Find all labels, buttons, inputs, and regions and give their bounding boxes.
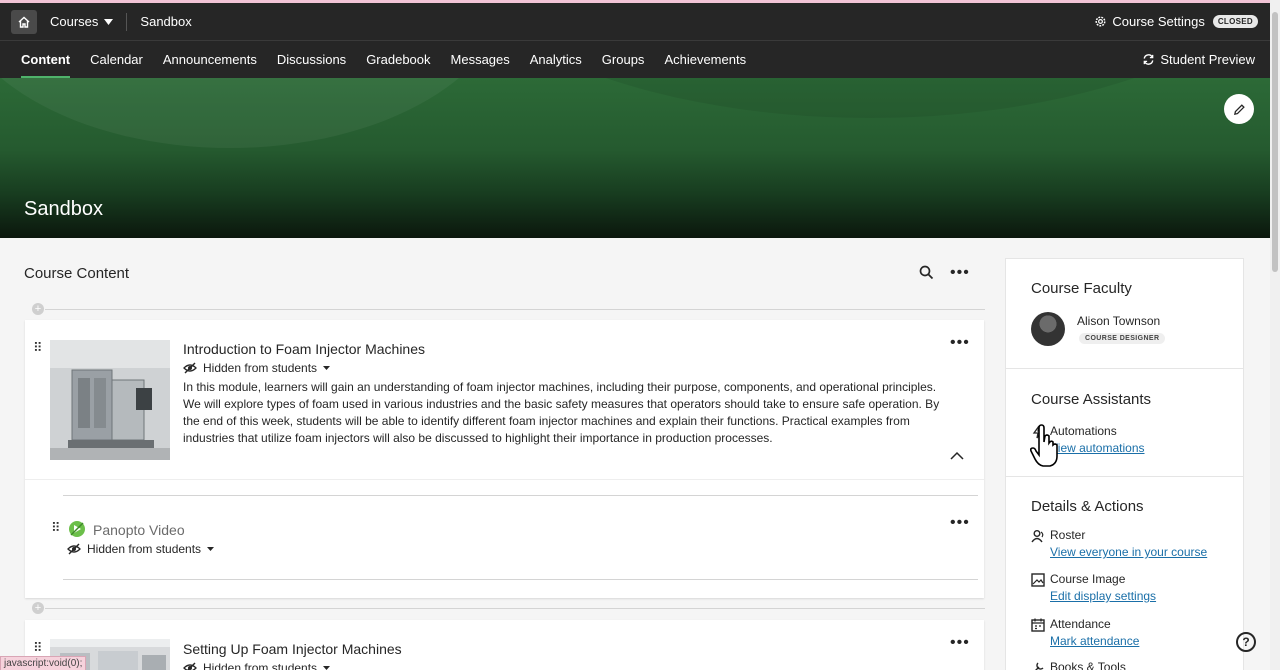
courses-label: Courses <box>50 14 99 29</box>
breadcrumb[interactable]: Sandbox <box>140 14 191 29</box>
course-faculty-heading: Course Faculty <box>1031 280 1132 297</box>
faculty-name[interactable]: Alison Townson <box>1077 314 1160 328</box>
eye-off-icon <box>183 362 197 374</box>
view-automations-link[interactable]: View automations <box>1050 441 1145 455</box>
item-more-button[interactable]: ••• <box>950 514 970 532</box>
divider <box>63 495 978 496</box>
divider <box>45 309 985 310</box>
course-title: Sandbox <box>24 198 103 220</box>
visibility-dropdown[interactable]: Hidden from students <box>183 661 331 670</box>
content-item-card: ⠿ Setting Up Foam Injector Machines Hidd… <box>25 620 984 670</box>
tab-analytics[interactable]: Analytics <box>520 41 592 79</box>
chevron-up-icon <box>950 451 964 460</box>
roster-label: Roster <box>1050 528 1086 542</box>
content-item-description: In this module, learners will gain an un… <box>183 380 940 445</box>
eye-off-icon <box>183 662 197 670</box>
divider <box>1006 368 1243 369</box>
content-item-title[interactable]: Setting Up Foam Injector Machines <box>183 641 402 657</box>
books-tools-label[interactable]: Books & Tools <box>1050 660 1126 670</box>
content-item-thumbnail <box>50 340 170 460</box>
caret-down-icon <box>323 366 331 370</box>
search-button[interactable] <box>919 265 934 285</box>
search-icon <box>919 265 934 280</box>
scrollbar[interactable] <box>1270 0 1280 670</box>
visibility-dropdown[interactable]: Hidden from students <box>67 542 215 556</box>
tab-content[interactable]: Content <box>11 41 80 79</box>
collapse-button[interactable] <box>950 447 964 465</box>
pencil-icon <box>1233 103 1245 115</box>
tab-gradebook[interactable]: Gradebook <box>356 41 440 79</box>
status-badge: CLOSED <box>1212 15 1258 28</box>
panopto-icon <box>69 521 85 537</box>
add-content-button[interactable]: + <box>32 602 44 614</box>
home-button[interactable] <box>11 9 37 34</box>
automations-label: Automations <box>1050 424 1117 438</box>
divider <box>45 608 985 609</box>
tab-calendar[interactable]: Calendar <box>80 41 153 79</box>
visibility-dropdown[interactable]: Hidden from students <box>183 361 331 375</box>
hand-cursor-icon <box>1030 424 1058 467</box>
top-bar: Courses Sandbox Course Settings CLOSED <box>0 3 1270 40</box>
add-content-button[interactable]: + <box>32 303 44 315</box>
home-icon <box>18 16 30 28</box>
divider <box>126 12 128 31</box>
student-preview-label: Student Preview <box>1160 52 1255 67</box>
role-badge: COURSE DESIGNER <box>1079 333 1166 344</box>
student-preview-button[interactable]: Student Preview <box>1142 52 1255 67</box>
content-item-title[interactable]: Panopto Video <box>93 522 185 538</box>
attendance-label: Attendance <box>1050 617 1111 631</box>
main-area: Course Content ••• + ⠿ Introduction to F… <box>0 238 1270 670</box>
banner-decoration <box>0 78 510 148</box>
content-item-card: ⠿ Introduction to Foam Injector Machines… <box>25 320 984 598</box>
course-settings-label: Course Settings <box>1112 14 1205 29</box>
view-roster-link[interactable]: View everyone in your course <box>1050 545 1207 559</box>
edit-banner-button[interactable] <box>1224 94 1254 124</box>
item-more-button[interactable]: ••• <box>950 334 970 352</box>
tab-achievements[interactable]: Achievements <box>654 41 756 79</box>
drag-handle-icon[interactable]: ⠿ <box>51 520 60 536</box>
tab-announcements[interactable]: Announcements <box>153 41 267 79</box>
refresh-icon <box>1143 54 1154 65</box>
course-settings-button[interactable]: Course Settings <box>1094 14 1205 29</box>
avatar[interactable] <box>1031 312 1065 346</box>
course-assistants-heading: Course Assistants <box>1031 391 1152 408</box>
divider <box>63 579 978 580</box>
caret-down-icon <box>207 547 215 551</box>
tab-messages[interactable]: Messages <box>441 41 520 79</box>
image-icon <box>1031 573 1045 587</box>
drag-handle-icon[interactable]: ⠿ <box>33 640 42 656</box>
content-item-title[interactable]: Introduction to Foam Injector Machines <box>183 341 425 357</box>
divider <box>25 479 984 480</box>
course-content-heading: Course Content <box>24 265 130 282</box>
tools-icon <box>1035 662 1044 670</box>
status-bar-url: javascript:void(0); <box>0 656 87 670</box>
item-more-button[interactable]: ••• <box>950 634 970 652</box>
course-banner: Sandbox <box>0 78 1270 238</box>
gear-icon <box>1095 16 1106 27</box>
mark-attendance-link[interactable]: Mark attendance <box>1050 634 1139 648</box>
visibility-label: Hidden from students <box>203 361 318 375</box>
course-nav: Content Calendar Announcements Discussio… <box>0 40 1270 79</box>
tab-discussions[interactable]: Discussions <box>267 41 356 79</box>
roster-icon <box>1031 530 1044 543</box>
help-button[interactable]: ? <box>1236 632 1256 652</box>
tab-groups[interactable]: Groups <box>592 41 655 79</box>
courses-dropdown[interactable]: Courses <box>50 14 114 29</box>
visibility-label: Hidden from students <box>87 542 202 556</box>
drag-handle-icon[interactable]: ⠿ <box>33 340 42 356</box>
caret-down-icon <box>323 666 331 670</box>
banner-decoration <box>420 78 1270 118</box>
caret-down-icon <box>104 18 114 25</box>
course-image-label: Course Image <box>1050 572 1126 586</box>
content-more-button[interactable]: ••• <box>950 264 970 282</box>
machine-image <box>50 340 170 460</box>
scrollbar-thumb[interactable] <box>1272 12 1278 272</box>
divider <box>1006 476 1243 477</box>
edit-display-settings-link[interactable]: Edit display settings <box>1050 589 1156 603</box>
visibility-label: Hidden from students <box>203 661 318 670</box>
calendar-icon <box>1031 618 1045 632</box>
eye-off-icon <box>67 543 81 555</box>
details-actions-heading: Details & Actions <box>1031 498 1144 515</box>
